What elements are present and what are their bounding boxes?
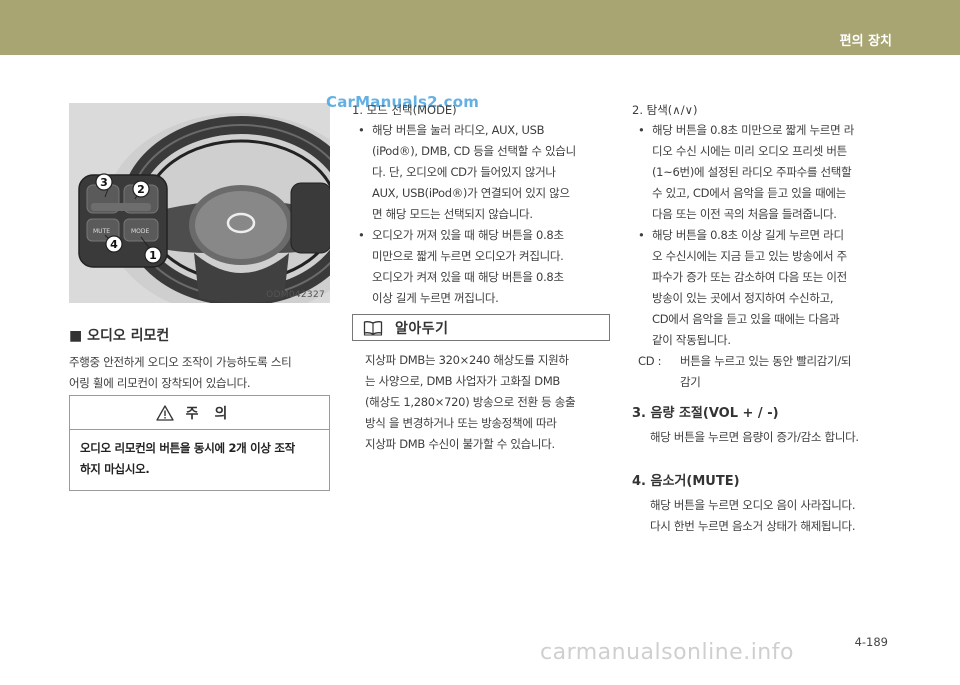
bullet-line: 이상 길게 누르면 꺼집니다. bbox=[372, 291, 499, 305]
bullet-line: 수 있고, CD에서 음악을 듣고 있을 때에는 bbox=[652, 186, 846, 200]
note-line: 방식 을 변경하거나 또는 방송정책에 따라 bbox=[365, 416, 557, 430]
cd-line: 버튼을 누르고 있는 동안 빨리감기/되 bbox=[680, 354, 852, 368]
note-line: 지상파 DMB 수신이 불가할 수 있습니다. bbox=[365, 437, 555, 451]
item-4-line: 해당 버튼을 누르면 오디오 음이 사라집니다. bbox=[650, 498, 856, 512]
header-title: 편의 장치 bbox=[839, 34, 892, 49]
bullet-line: 파수가 증가 또는 감소하여 다음 또는 이전 bbox=[652, 270, 847, 284]
caution-label: 주의 bbox=[185, 405, 244, 422]
steering-wheel-figure: MUTE MODE 3 2 4 1 ODM042327 bbox=[69, 103, 330, 303]
seek-section: 2. 탐색(∧/∨) • 해당 버튼을 0.8초 미만으로 짧게 누르면 라 디… bbox=[632, 100, 892, 393]
caution-box: 주의 오디오 리모컨의 버튼을 동시에 2개 이상 조작 하지 마십시오. bbox=[69, 395, 330, 491]
item-3-line: 해당 버튼을 누르면 음량이 증가/감소 합니다. bbox=[650, 430, 859, 444]
bullet-line: 해당 버튼을 0.8초 미만으로 짧게 누르면 라 bbox=[652, 123, 855, 137]
item-2-title: 2. 탐색(∧/∨) bbox=[632, 103, 698, 117]
caution-header: 주의 bbox=[70, 396, 329, 430]
note-header: 알아두기 bbox=[352, 314, 610, 341]
bullet-line: 면 해당 모드는 선택되지 않습니다. bbox=[372, 207, 533, 221]
caution-line: 오디오 리모컨의 버튼을 동시에 2개 이상 조작 bbox=[80, 441, 295, 455]
bullet-line: 같이 작동됩니다. bbox=[652, 333, 731, 347]
warning-triangle-icon bbox=[155, 404, 174, 421]
mode-button-label: MODE bbox=[131, 228, 150, 235]
desc-line: 주행중 안전하게 오디오 조작이 가능하도록 스티 bbox=[69, 355, 292, 369]
cd-line: 감기 bbox=[680, 375, 701, 389]
item-3-title: 3. 음량 조절(VOL + / -) bbox=[632, 406, 779, 421]
cd-label: CD : bbox=[638, 354, 662, 368]
bullet-line: AUX, USB(iPod®)가 연결되어 있지 않으 bbox=[372, 186, 570, 200]
mode-bullet-1: • 해당 버튼을 눌러 라디오, AUX, USB (iPod®), DMB, … bbox=[352, 120, 614, 225]
section-title: ■ 오디오 리모컨 bbox=[69, 328, 170, 344]
cd-note: CD : 버튼을 누르고 있는 동안 빨리감기/되 감기 bbox=[632, 351, 892, 393]
mode-bullet-2: • 오디오가 꺼져 있을 때 해당 버튼을 0.8초 미만으로 짧게 누르면 오… bbox=[352, 225, 614, 309]
page-number: 4-189 bbox=[854, 635, 888, 649]
section-description: 주행중 안전하게 오디오 조작이 가능하도록 스티 어링 휠에 리모컨이 장착되… bbox=[69, 352, 331, 394]
seek-bullet-2: • 해당 버튼을 0.8초 이상 길게 누르면 라디 오 수신시에는 지금 듣고… bbox=[632, 225, 892, 351]
note-label: 알아두기 bbox=[395, 320, 449, 337]
bullet-line: 미만으로 짧게 누르면 오디오가 켜집니다. bbox=[372, 249, 564, 263]
bullet-dot: • bbox=[358, 228, 365, 242]
figure-code: ODM042327 bbox=[266, 290, 325, 300]
bullet-line: 오디오가 켜져 있을 때 해당 버튼을 0.8초 bbox=[372, 270, 564, 284]
mode-section: 1. 모드 선택(MODE) • 해당 버튼을 눌러 라디오, AUX, USB… bbox=[352, 100, 614, 309]
bullet-line: 디오 수신 시에는 미리 오디오 프리셋 버튼 bbox=[652, 144, 847, 158]
item-4-title: 4. 음소거(MUTE) bbox=[632, 474, 740, 489]
mute-button-label: MUTE bbox=[93, 228, 110, 235]
seek-bullet-1: • 해당 버튼을 0.8초 미만으로 짧게 누르면 라 디오 수신 시에는 미리… bbox=[632, 120, 892, 225]
bullet-dot: • bbox=[638, 228, 645, 242]
bullet-line: 해당 버튼을 눌러 라디오, AUX, USB bbox=[372, 123, 545, 137]
callout-2: 2 bbox=[137, 183, 145, 196]
desc-line: 어링 휠에 리모컨이 장착되어 있습니다. bbox=[69, 376, 251, 390]
bullet-line: 해당 버튼을 0.8초 이상 길게 누르면 라디 bbox=[652, 228, 844, 242]
bullet-line: 방송이 있는 곳에서 정지하여 수신하고, bbox=[652, 291, 834, 305]
callout-3: 3 bbox=[100, 176, 108, 189]
caution-text: 오디오 리모컨의 버튼을 동시에 2개 이상 조작 하지 마십시오. bbox=[70, 430, 329, 480]
caution-line: 하지 마십시오. bbox=[80, 462, 150, 476]
bullet-line: (1~6번)에 설정된 라디오 주파수를 선택할 bbox=[652, 165, 852, 179]
bullet-line: 다. 단, 오디오에 CD가 들어있지 않거나 bbox=[372, 165, 556, 179]
bullet-line: 오디오가 꺼져 있을 때 해당 버튼을 0.8초 bbox=[372, 228, 564, 242]
item-1-title: 1. 모드 선택(MODE) bbox=[352, 103, 457, 117]
note-line: 는 사양으로, DMB 사업자가 고화질 DMB bbox=[365, 374, 561, 388]
bullet-line: (iPod®), DMB, CD 등을 선택할 수 있습니 bbox=[372, 144, 576, 158]
item-4-line: 다시 한번 누르면 음소거 상태가 해제됩니다. bbox=[650, 519, 856, 533]
note-text: 지상파 DMB는 320×240 해상도를 지원하 는 사양으로, DMB 사업… bbox=[365, 350, 613, 455]
note-line: 지상파 DMB는 320×240 해상도를 지원하 bbox=[365, 353, 569, 367]
item-4-text: 해당 버튼을 누르면 오디오 음이 사라집니다. 다시 한번 누르면 음소거 상… bbox=[650, 495, 900, 537]
callout-1: 1 bbox=[149, 249, 157, 262]
bullet-line: 오 수신시에는 지금 듣고 있는 방송에서 주 bbox=[652, 249, 847, 263]
bullet-dot: • bbox=[358, 123, 365, 137]
item-3-text: 해당 버튼을 누르면 음량이 증가/감소 합니다. bbox=[650, 427, 900, 448]
watermark-bottom[interactable]: carmanualsonline.info bbox=[540, 640, 794, 665]
note-line: (해상도 1,280×720) 방송으로 전환 등 송출 bbox=[365, 395, 576, 409]
open-book-icon bbox=[363, 320, 383, 336]
header-band: 편의 장치 bbox=[0, 0, 960, 55]
bullet-line: 다음 또는 이전 곡의 처음을 들려줍니다. bbox=[652, 207, 837, 221]
bullet-dot: • bbox=[638, 123, 645, 137]
steering-wheel-illustration: MUTE MODE 3 2 4 1 bbox=[69, 103, 330, 303]
bullet-line: CD에서 음악을 듣고 있을 때에는 다음과 bbox=[652, 312, 840, 326]
callout-4: 4 bbox=[110, 238, 118, 251]
